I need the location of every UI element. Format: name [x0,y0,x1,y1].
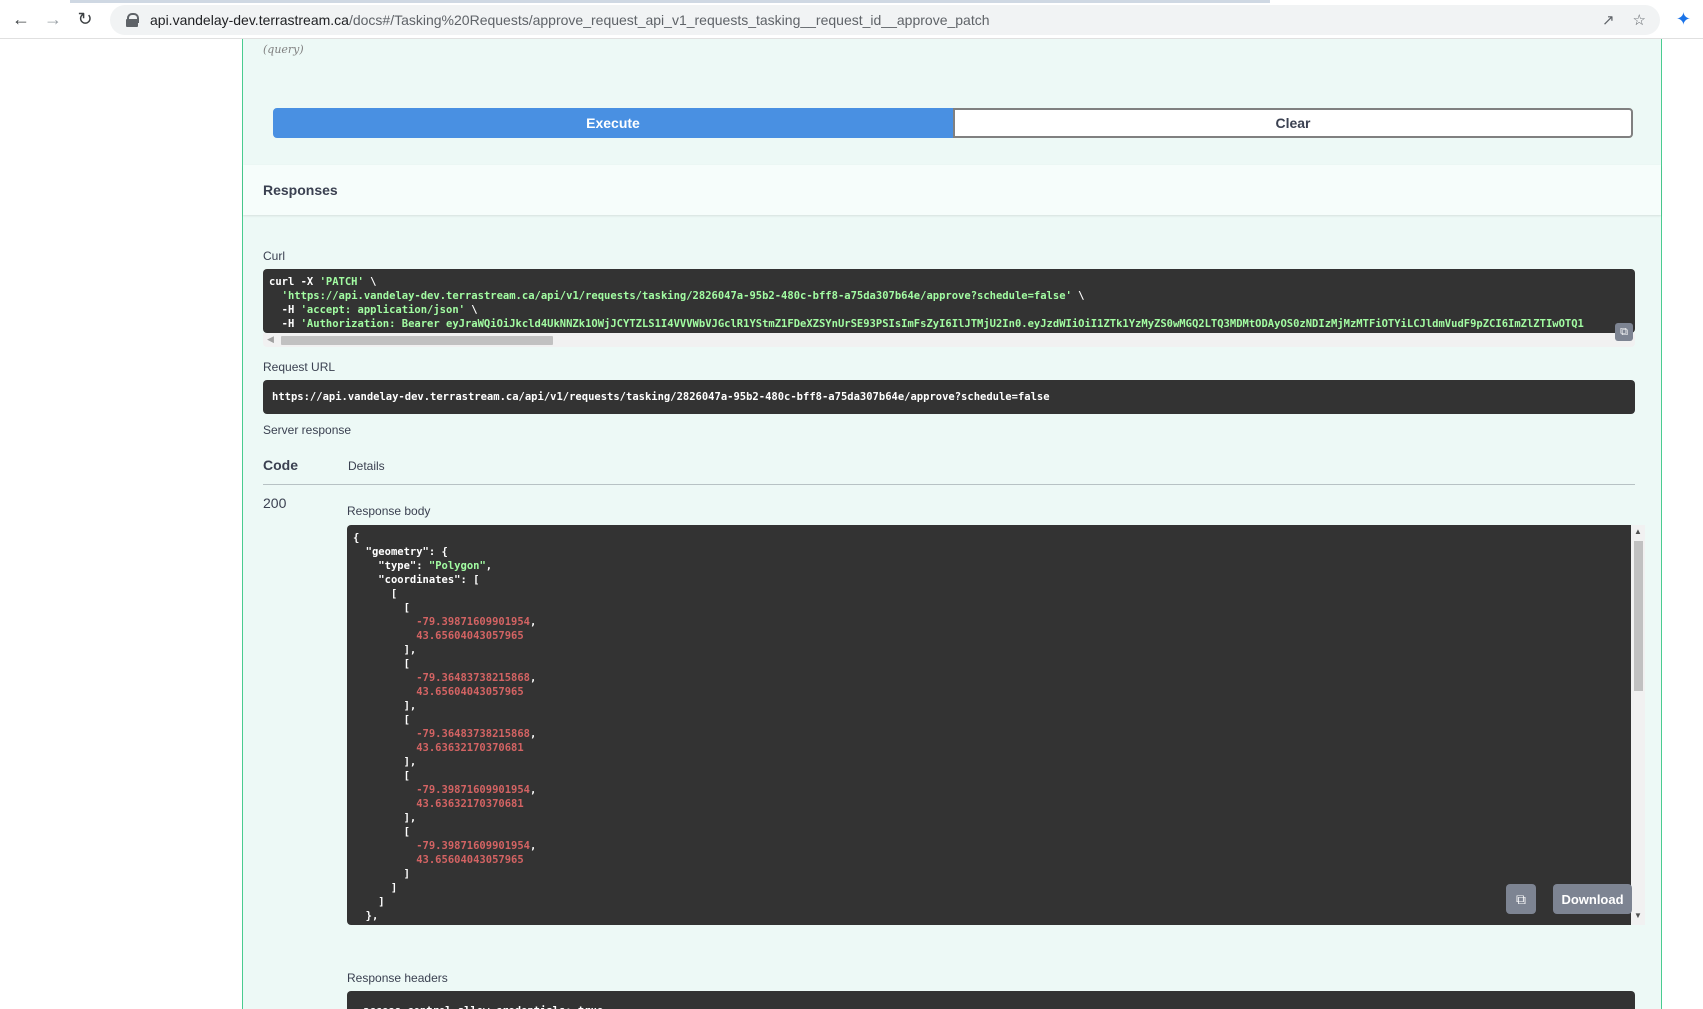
execute-button[interactable]: Execute [273,108,953,138]
responses-title: Responses [263,182,338,198]
json-line: 43.63632170370681 [416,742,524,754]
json-line: }, [353,910,379,922]
json-line: 43.65604043057965 [416,686,524,698]
header-line: access-control-allow-credentials: true [363,1004,1619,1009]
curl-line: -H 'Authorization: Bearer eyJraWQiOiJkcl… [269,318,1584,330]
json-line: [ [353,588,398,600]
json-line: [ [353,826,410,838]
json-line: ] [353,896,385,908]
response-headers-label: Response headers [347,971,448,985]
json-line: ] [353,868,410,880]
json-line: ] [353,882,398,894]
json-line: [ [353,602,410,614]
address-bar[interactable]: api.vandelay-dev.terrastream.ca/docs#/Ta… [110,5,1660,35]
json-line: ], [353,812,417,824]
json-line: { [353,532,360,544]
json-line: -79.36483738215868, [416,728,537,740]
swagger-page: (query) Execute Clear Responses Curl cur… [0,39,1703,1009]
response-headers-code[interactable]: access-control-allow-credentials: trueac… [347,991,1635,1009]
responses-header: Responses [243,165,1661,215]
json-line: [ [353,770,410,782]
scroll-down-arrow-icon[interactable]: ▼ [1634,911,1642,920]
json-line: -79.39871609901954, [416,616,537,628]
clear-button[interactable]: Clear [953,108,1633,138]
curl-line: curl -X 'PATCH' \ [269,276,377,288]
json-line: ], [353,756,417,768]
url-path: /docs#/Tasking%20Requests/approve_reques… [348,12,990,28]
json-line: "geometry": { [365,546,448,558]
json-line: 43.63632170370681 [416,798,524,810]
scrollbar-thumb[interactable] [281,336,553,345]
json-line: [ [353,714,410,726]
code-column-header: Code [263,457,298,473]
json-line: ], [353,644,417,656]
response-status-code: 200 [263,495,287,511]
reload-icon[interactable]: ↻ [72,6,98,32]
browser-toolbar: ← → ↻ api.vandelay-dev.terrastream.ca/do… [0,0,1703,39]
json-line: -79.39871609901954, [416,840,537,852]
scroll-up-arrow-icon[interactable]: ▲ [1634,527,1642,536]
download-button[interactable]: Download [1553,884,1632,914]
json-line: -79.36483738215868, [416,672,537,684]
json-line: -79.39871609901954, [416,784,537,796]
back-arrow-icon[interactable]: ← [8,6,34,32]
response-body-label: Response body [347,504,431,518]
url-host: api.vandelay-dev.terrastream.ca [150,12,349,28]
lock-icon [126,13,139,27]
extension-icon[interactable]: ✦ [1676,9,1691,30]
response-body-code[interactable]: { "geometry": { "type": "Polygon", "coor… [347,525,1635,925]
request-url-label: Request URL [263,360,336,374]
responses-table-header: Code Details [263,453,1635,485]
curl-line: 'https://api.vandelay-dev.terrastream.ca… [281,290,1085,302]
json-line: 43.65604043057965 [416,630,524,642]
param-location-label: (query) [263,43,304,56]
forward-arrow-icon[interactable]: → [40,6,66,32]
request-url-value[interactable]: https://api.vandelay-dev.terrastream.ca/… [263,380,1635,414]
json-line: ], [353,700,417,712]
execute-wrapper: Execute Clear [273,108,1633,138]
bookmark-star-icon[interactable]: ☆ [1633,11,1646,29]
server-response-label: Server response [263,423,352,437]
json-line: "type": "Polygon", [378,560,493,572]
share-icon[interactable]: ↗ [1602,11,1615,29]
json-line: [ [353,658,410,670]
curl-code-block[interactable]: curl -X 'PATCH' \ 'https://api.vandelay-… [263,269,1635,333]
response-body-scrollbar[interactable]: ▲ ▼ [1631,525,1645,925]
curl-horizontal-scrollbar[interactable]: ◀ [263,333,1635,347]
scrollbar-thumb[interactable] [1634,541,1643,691]
scroll-left-arrow-icon[interactable]: ◀ [267,334,274,345]
json-line: "coordinates": [ [378,574,480,586]
curl-line: -H 'accept: application/json' \ [269,304,478,316]
curl-label: Curl [263,249,286,263]
tab-strip [0,0,1703,3]
json-line: 43.65604043057965 [416,854,524,866]
operation-block-patch: (query) Execute Clear Responses Curl cur… [242,39,1662,1009]
copy-response-icon[interactable]: ⧉ [1506,884,1536,914]
copy-curl-icon[interactable]: ⧉ [1615,323,1633,341]
details-column-header: Details [348,459,385,473]
